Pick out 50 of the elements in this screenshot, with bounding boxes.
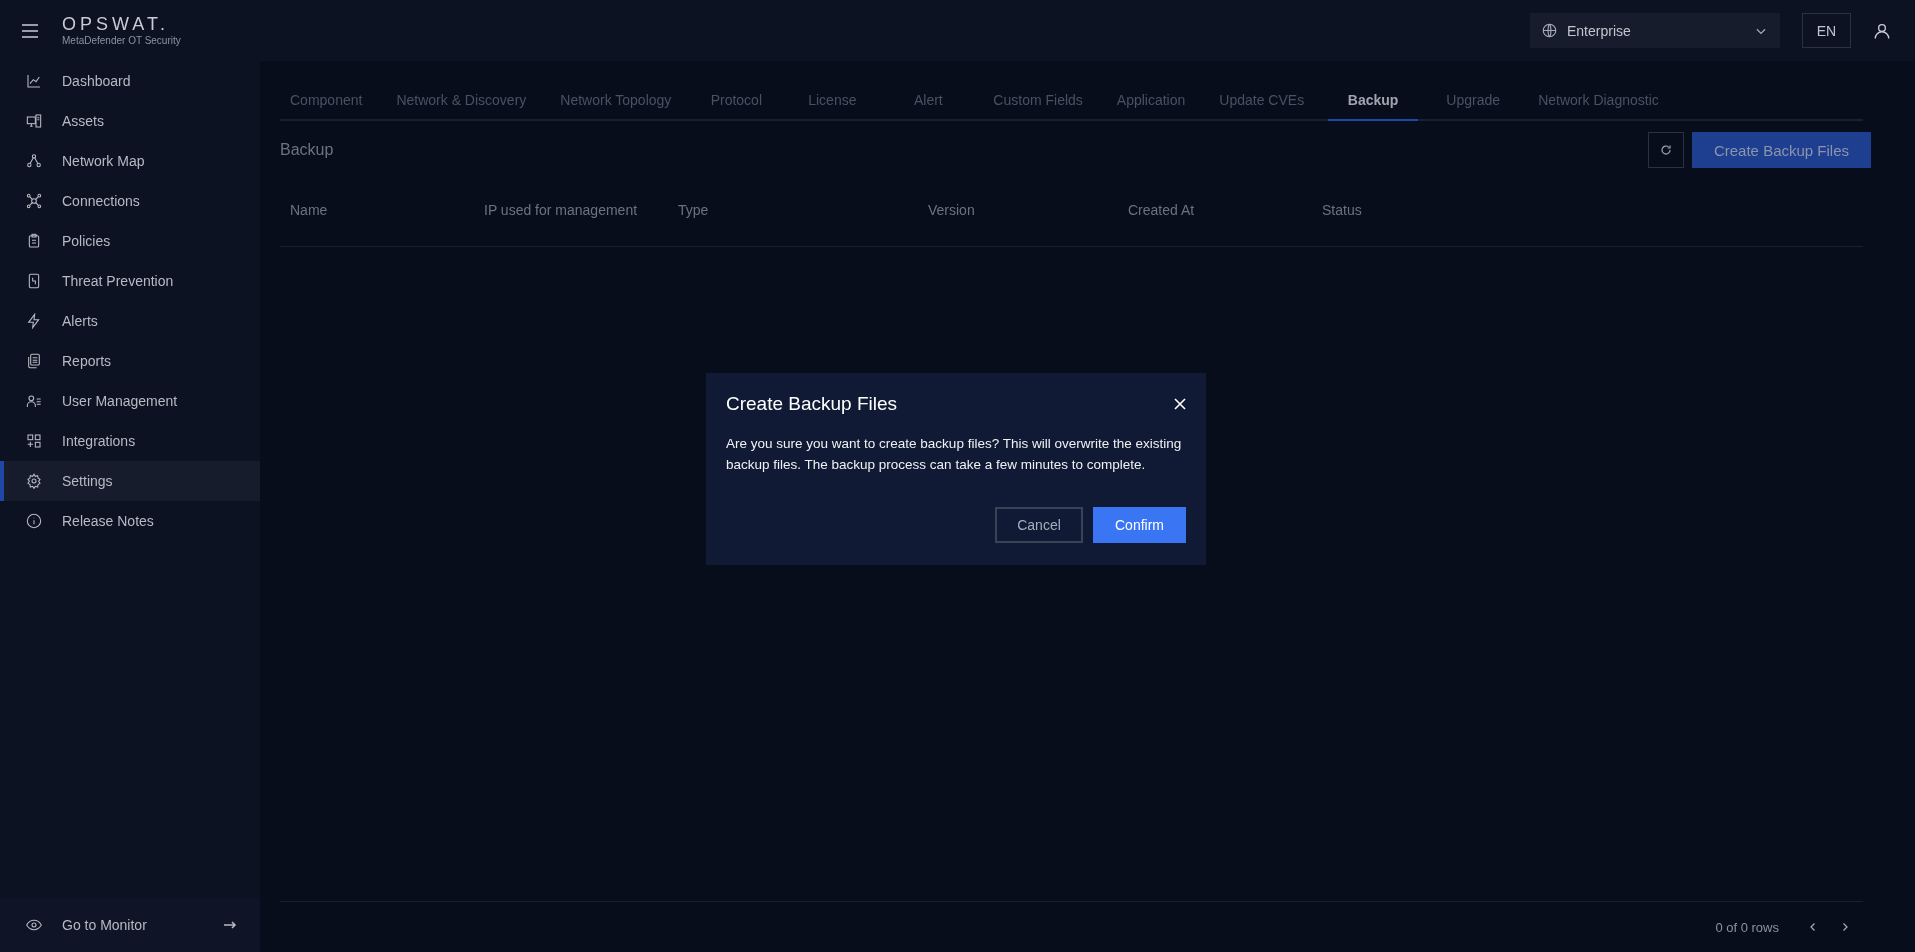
column-header: Created At: [1128, 202, 1196, 218]
menu-icon[interactable]: [22, 23, 38, 38]
brand-logo: OPSWAT.: [62, 15, 170, 33]
sidebar-item[interactable]: Network Map: [0, 141, 260, 181]
column-header: Type: [678, 202, 710, 218]
close-icon[interactable]: [1174, 398, 1186, 410]
nav-icon: [26, 113, 42, 129]
eye-icon: [26, 917, 42, 933]
sidebar-item[interactable]: User Management: [0, 381, 260, 421]
dialog-message: Are you sure you want to create backup files? This will overwrite the existing backup files. The backup process can take a few minutes to complete.: [726, 435, 1183, 474]
refresh-button[interactable]: [1647, 132, 1684, 168]
nav-icon: [26, 513, 42, 529]
column-header: Status: [1322, 202, 1363, 218]
sidebar-item[interactable]: Connections: [0, 181, 260, 221]
sidebar-item[interactable]: Settings: [0, 461, 260, 501]
nav-icon: [26, 473, 42, 489]
sidebar-item[interactable]: Integrations: [0, 421, 260, 461]
nav-icon: [26, 153, 42, 169]
workspace-dropdown[interactable]: Enterprise: [1530, 13, 1780, 48]
arrow-right-icon: [224, 920, 238, 930]
nav-icon: [26, 353, 42, 369]
sidebar-item[interactable]: Assets: [0, 101, 260, 141]
nav-icon: [26, 433, 42, 449]
column-header: Version: [928, 202, 976, 218]
product-name: MetaDefender OT Security: [62, 35, 181, 46]
sidebar-item[interactable]: Threat Prevention: [0, 261, 260, 301]
nav-icon: [26, 273, 42, 289]
refresh-icon: [1659, 144, 1672, 156]
go-to-monitor-link[interactable]: Go to Monitor: [0, 898, 260, 952]
language-button[interactable]: EN: [1802, 13, 1851, 48]
section-title: Backup: [280, 141, 334, 159]
column-header: IP used for management: [484, 202, 639, 218]
sidebar-item[interactable]: Release Notes: [0, 501, 260, 541]
settings-tab[interactable]: Backup: [1328, 80, 1419, 121]
globe-icon: [1542, 23, 1557, 38]
sidebar-item[interactable]: Policies: [0, 221, 260, 261]
sidebar-item[interactable]: Alerts: [0, 301, 260, 341]
dialog-title: Create Backup Files: [726, 393, 898, 415]
confirm-button[interactable]: Confirm: [1093, 507, 1186, 543]
nav-icon: [26, 313, 42, 329]
nav-icon: [26, 73, 42, 89]
sidebar-item[interactable]: Reports: [0, 341, 260, 381]
sidebar-item[interactable]: Dashboard: [0, 61, 260, 101]
nav-icon: [26, 193, 42, 209]
cancel-button[interactable]: Cancel: [995, 507, 1083, 543]
row-count: 0 of 0 rows: [1715, 919, 1779, 935]
column-header: Name: [290, 202, 329, 218]
nav-icon: [26, 393, 42, 409]
nav-icon: [26, 233, 42, 249]
user-icon[interactable]: [1873, 21, 1891, 40]
